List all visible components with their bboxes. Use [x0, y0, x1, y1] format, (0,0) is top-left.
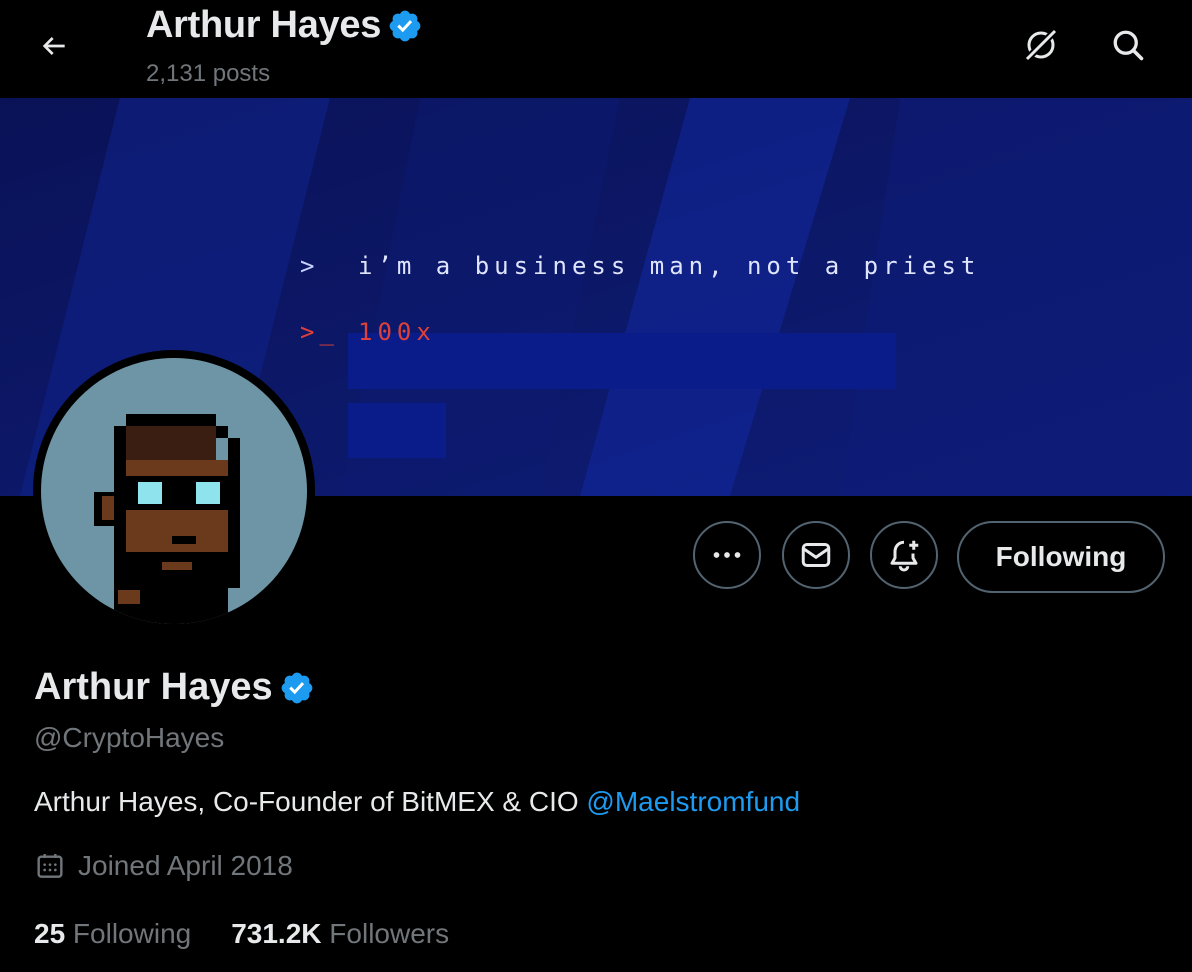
post-count: 2,131 posts	[146, 60, 271, 87]
following-label: Following	[65, 918, 192, 949]
profile-header: Arthur Hayes 2,131 posts	[0, 0, 1192, 98]
followers-stat[interactable]: 731.2K Followers	[231, 918, 449, 950]
more-icon	[713, 552, 741, 558]
verified-badge-icon[interactable]	[279, 670, 315, 706]
following-button[interactable]: Following	[957, 521, 1165, 593]
banner-leverage: 100x	[358, 318, 436, 346]
profile-bio: Arthur Hayes, Co-Founder of BitMEX & CIO…	[34, 786, 800, 818]
search-button[interactable]	[1105, 22, 1151, 68]
pixel-punk-avatar	[94, 414, 240, 624]
banner-prompt-2: >_	[300, 318, 339, 346]
notification-bell-icon	[890, 540, 919, 572]
back-button[interactable]	[30, 24, 78, 68]
profile-name-row: Arthur Hayes	[34, 666, 315, 709]
back-arrow-icon	[42, 37, 65, 55]
header-title-row: Arthur Hayes	[146, 4, 423, 47]
search-icon	[1113, 30, 1144, 61]
joined-text: Joined April 2018	[78, 850, 293, 881]
calendar-icon	[37, 854, 63, 878]
message-button[interactable]	[782, 521, 850, 589]
following-stat[interactable]: 25 Following	[34, 918, 191, 950]
notifications-button[interactable]	[870, 521, 938, 589]
profile-handle: @CryptoHayes	[34, 722, 225, 753]
banner-prompt-1: >	[300, 252, 320, 280]
bio-text: Arthur Hayes, Co-Founder of BitMEX & CIO	[34, 786, 587, 817]
more-options-button[interactable]	[693, 521, 761, 589]
avatar[interactable]	[33, 350, 315, 632]
verified-badge-icon	[389, 10, 421, 41]
following-count: 25	[34, 918, 66, 949]
followers-count: 731.2K	[231, 918, 322, 949]
follow-stats: 25 Following 731.2K Followers	[34, 918, 449, 950]
grok-icon	[1024, 28, 1058, 62]
bio-mention-link[interactable]: @Maelstromfund	[586, 786, 800, 817]
profile-name: Arthur Hayes	[34, 666, 273, 708]
header-title: Arthur Hayes	[146, 4, 382, 46]
joined-date: Joined April 2018	[34, 850, 293, 882]
grok-button[interactable]	[1018, 22, 1064, 68]
banner-quote: i’m a business man, not a priest	[358, 252, 981, 280]
banner-highlight-2	[348, 403, 446, 458]
followers-label: Followers	[321, 918, 450, 949]
message-icon	[801, 543, 831, 567]
avatar-image	[41, 358, 307, 624]
